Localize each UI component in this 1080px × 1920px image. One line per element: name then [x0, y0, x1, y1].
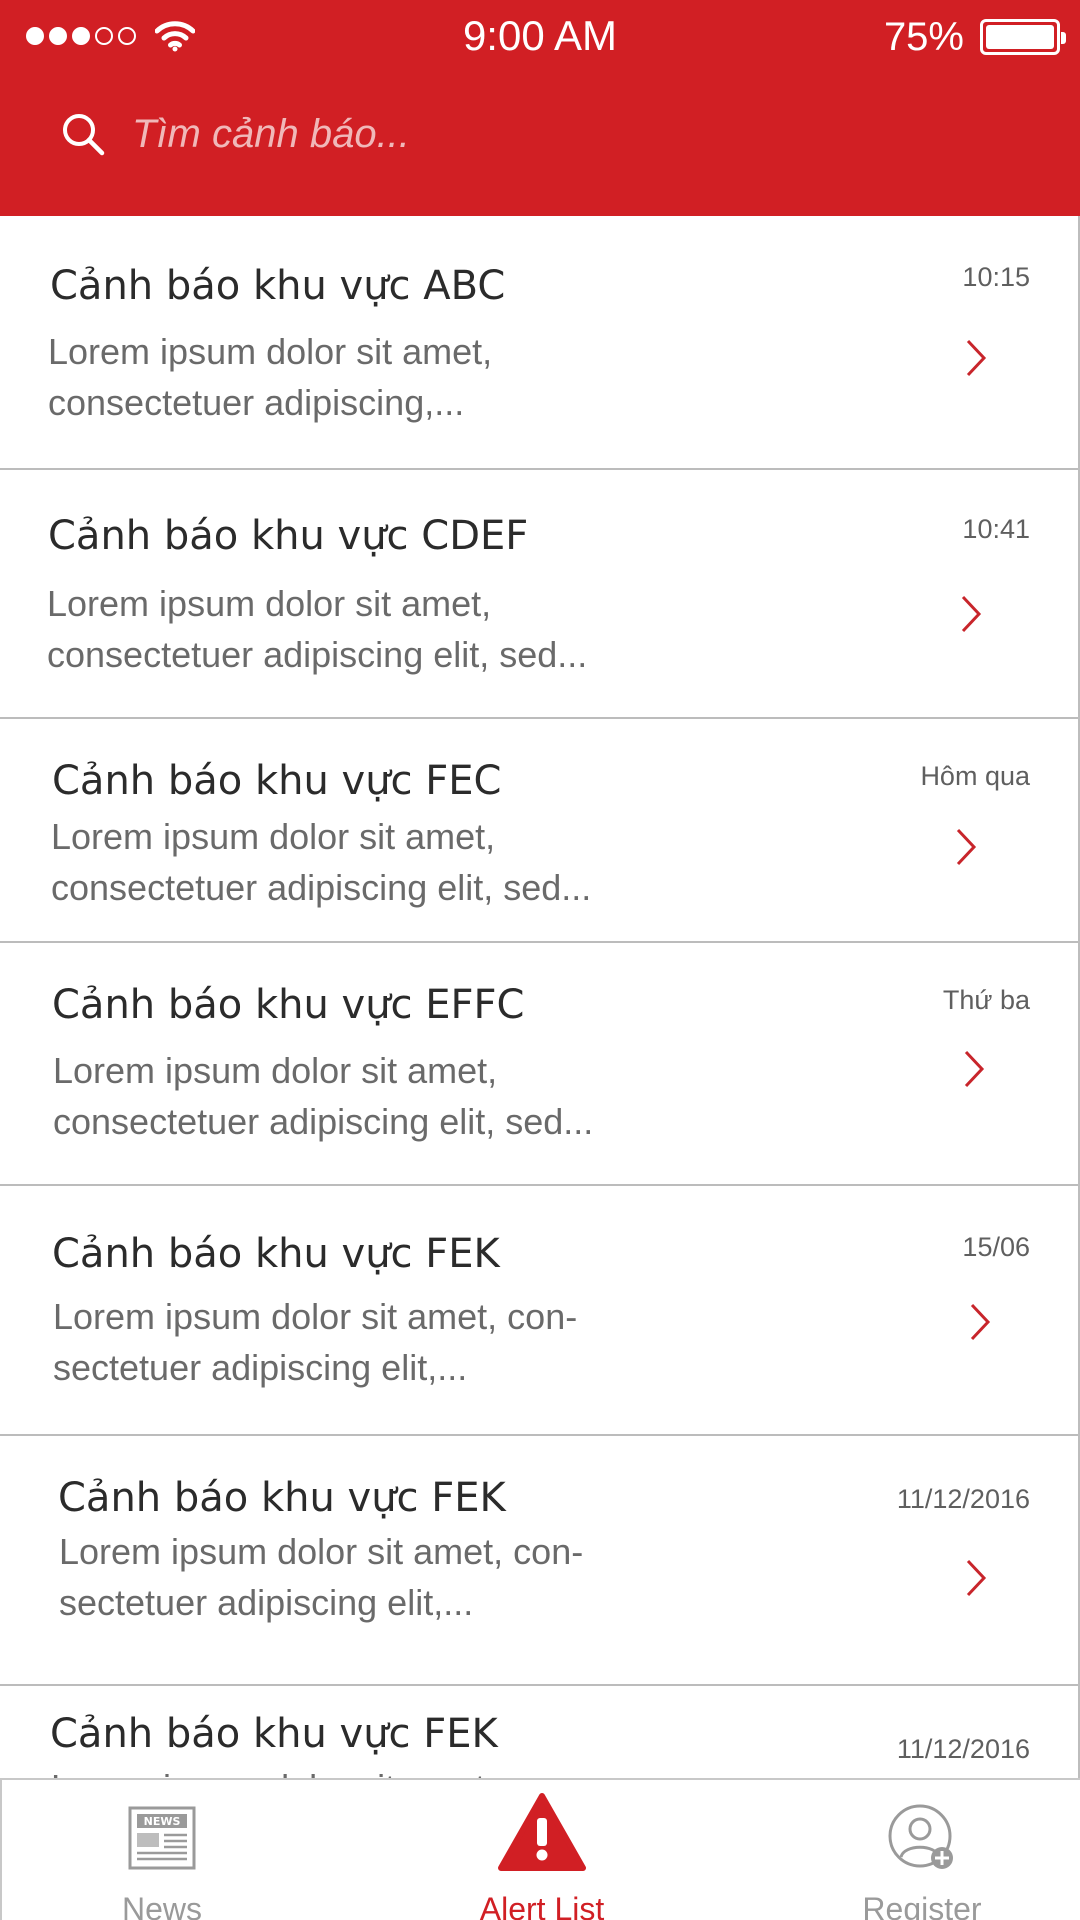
- battery-percent: 75%: [883, 15, 964, 59]
- search-icon: [63, 114, 105, 156]
- alert-time: 15/06: [962, 1232, 1030, 1262]
- chevron-right-icon[interactable]: [965, 1558, 987, 1598]
- search-input[interactable]: [132, 106, 1020, 162]
- alert-item[interactable]: Cảnh báo khu vực ABC Lorem ipsum dolor s…: [0, 216, 1078, 470]
- alert-description: Lorem ipsum dolor sit amet, con-: [51, 1762, 731, 1778]
- tab-register[interactable]: Register: [812, 1780, 1032, 1920]
- alert-item[interactable]: Cảnh báo khu vực CDEF Lorem ipsum dolor …: [0, 470, 1078, 719]
- tab-alert-list[interactable]: Alert List: [422, 1780, 662, 1920]
- alert-item[interactable]: Cảnh báo khu vực EFFC Lorem ipsum dolor …: [0, 943, 1078, 1186]
- tab-bar: NEWS News Alert List Register: [0, 1778, 1080, 1920]
- alert-time: 10:15: [962, 262, 1030, 292]
- alert-time: Thứ ba: [942, 985, 1030, 1015]
- alert-description: Lorem ipsum dolor sit amet, consectetuer …: [47, 583, 588, 675]
- newspaper-icon: NEWS: [128, 1806, 196, 1870]
- chevron-right-icon[interactable]: [960, 594, 982, 634]
- tab-alert-list-label: Alert List: [479, 1891, 605, 1920]
- alert-title: Cảnh báo khu vực FEK: [58, 1475, 506, 1521]
- alert-time: Hôm qua: [920, 761, 1030, 791]
- alert-list: Cảnh báo khu vực ABC Lorem ipsum dolor s…: [0, 216, 1080, 1778]
- warning-icon: [498, 1793, 586, 1871]
- chevron-right-icon[interactable]: [969, 1302, 991, 1342]
- tab-news-label: News: [121, 1891, 202, 1920]
- alert-item[interactable]: Cảnh báo khu vực FEK Lorem ipsum dolor s…: [0, 1686, 1078, 1778]
- search-bar: [60, 106, 1020, 162]
- alert-description: Lorem ipsum dolor sit amet, con-sectetue…: [59, 1531, 584, 1623]
- tab-register-label: Register: [862, 1891, 982, 1920]
- alert-time: 11/12/2016: [896, 1734, 1030, 1764]
- tab-news[interactable]: NEWS News: [67, 1780, 257, 1920]
- alert-description: Lorem ipsum dolor sit amet, consectetuer …: [48, 331, 493, 423]
- alert-description: Lorem ipsum dolor sit amet, consectetuer …: [53, 1050, 594, 1142]
- chevron-right-icon[interactable]: [965, 338, 987, 378]
- alert-title: Cảnh báo khu vực FEK: [52, 1231, 500, 1277]
- alert-item[interactable]: Cảnh báo khu vực FEC Lorem ipsum dolor s…: [0, 719, 1078, 943]
- alert-title: Cảnh báo khu vực FEK: [50, 1711, 498, 1757]
- chevron-right-icon[interactable]: [963, 1049, 985, 1089]
- alert-description: Lorem ipsum dolor sit amet, con-sectetue…: [53, 1296, 578, 1388]
- alert-time: 10:41: [962, 514, 1030, 544]
- app-header: 9:00 AM 75%: [0, 0, 1080, 216]
- chevron-right-icon[interactable]: [955, 827, 977, 867]
- alert-title: Cảnh báo khu vực CDEF: [48, 513, 529, 559]
- user-add-icon: [888, 1804, 953, 1869]
- alert-time: 11/12/2016: [896, 1484, 1030, 1514]
- status-bar: 9:00 AM 75%: [0, 0, 1080, 72]
- alert-description: Lorem ipsum dolor sit amet, consectetuer …: [51, 816, 592, 908]
- alert-item[interactable]: Cảnh báo khu vực FEK Lorem ipsum dolor s…: [0, 1436, 1078, 1686]
- alert-item[interactable]: Cảnh báo khu vực FEK Lorem ipsum dolor s…: [0, 1186, 1078, 1436]
- alert-title: Cảnh báo khu vực EFFC: [52, 982, 525, 1028]
- alert-title: Cảnh báo khu vực ABC: [50, 263, 506, 309]
- alert-title: Cảnh báo khu vực FEC: [52, 758, 502, 804]
- battery-icon: [980, 19, 1066, 55]
- svg-text:NEWS: NEWS: [144, 1815, 181, 1828]
